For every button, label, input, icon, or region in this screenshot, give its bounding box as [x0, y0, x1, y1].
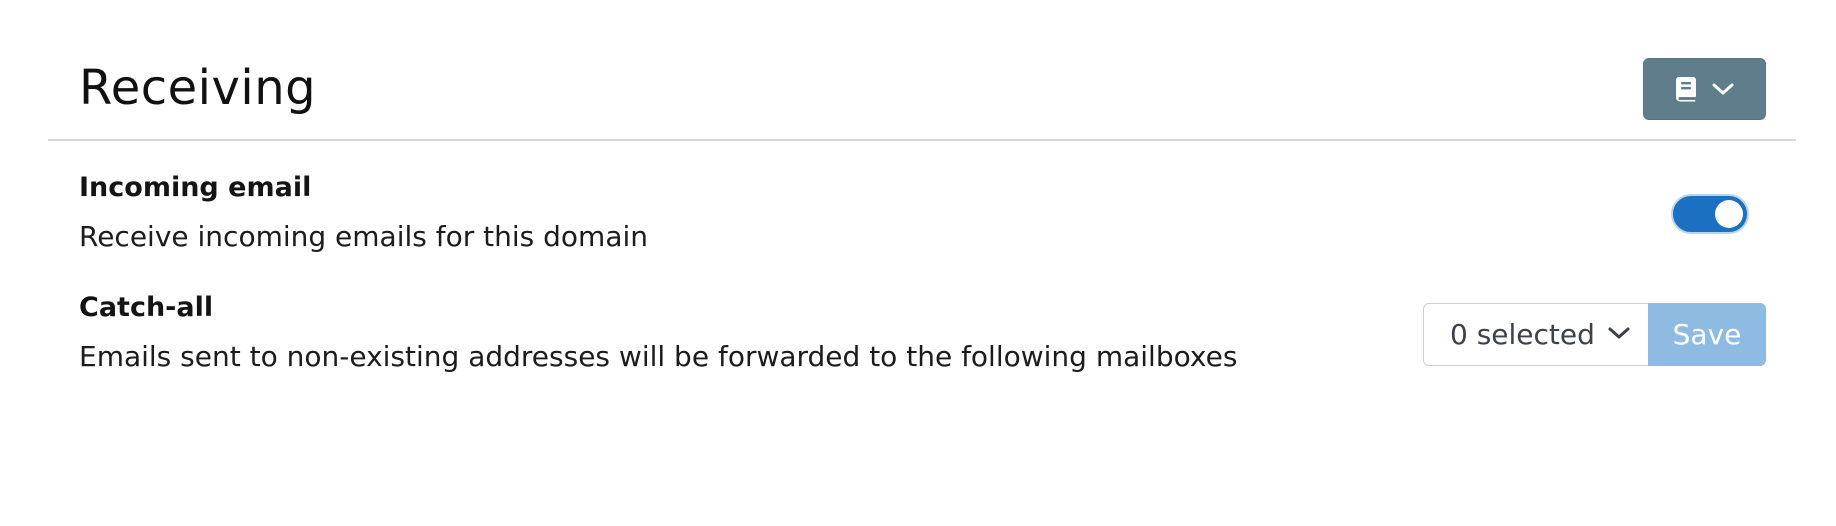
docs-menu-button[interactable] [1643, 58, 1766, 120]
page-title: Receiving [79, 60, 317, 116]
save-button[interactable]: Save [1648, 303, 1766, 366]
incoming-email-setting: Incoming email Receive incoming emails f… [79, 172, 1766, 262]
mailbox-select-value: 0 selected [1450, 318, 1595, 351]
catch-all-controls: 0 selected Save [1423, 303, 1766, 366]
incoming-email-toggle[interactable] [1671, 194, 1749, 234]
catch-all-setting: Catch-all Emails sent to non-existing ad… [79, 292, 1766, 382]
chevron-down-icon [1607, 325, 1631, 345]
toggle-knob [1715, 200, 1743, 228]
mailbox-select[interactable]: 0 selected [1423, 303, 1648, 366]
book-icon [1675, 76, 1697, 102]
section-header: Receiving [48, 0, 1796, 141]
incoming-email-description: Receive incoming emails for this domain [79, 220, 649, 253]
chevron-down-icon [1711, 81, 1735, 97]
incoming-email-label: Incoming email [79, 172, 312, 203]
